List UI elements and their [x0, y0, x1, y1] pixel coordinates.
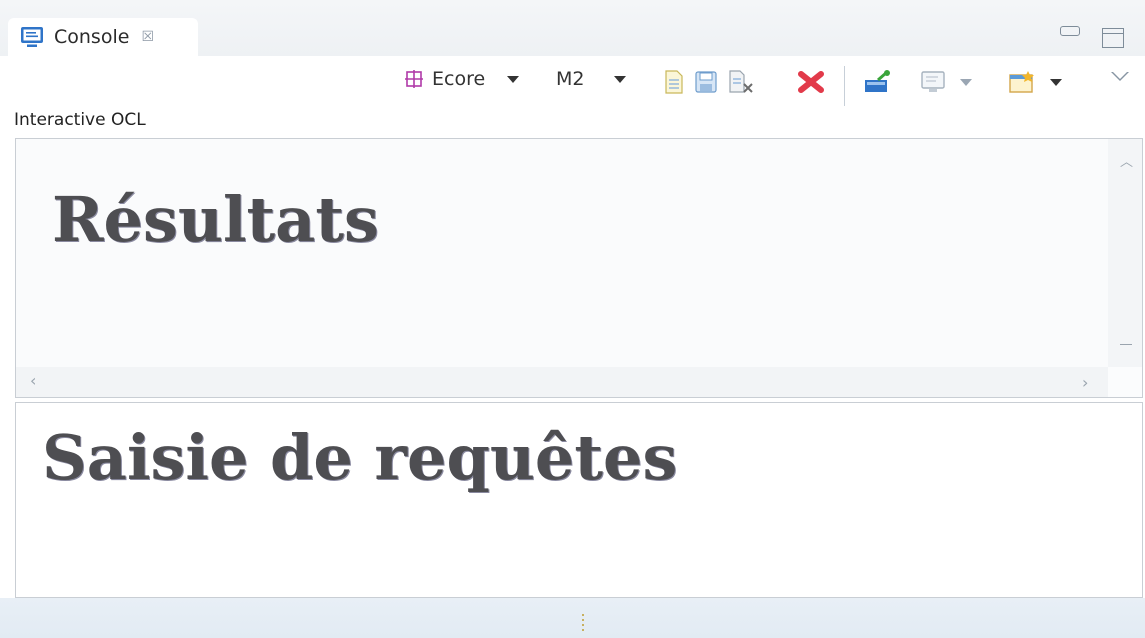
load-document-icon [665, 70, 683, 94]
console-display-icon [921, 71, 945, 92]
new-window-icon [1009, 71, 1034, 93]
console-tab[interactable]: Console ☒ [8, 18, 198, 56]
scroll-left-icon[interactable]: ‹ [30, 371, 36, 390]
open-console-dropdown[interactable] [1008, 70, 1062, 94]
scroll-down-icon[interactable] [1120, 344, 1132, 345]
horizontal-scrollbar[interactable]: ‹ › [16, 367, 1108, 397]
save-document-icon [695, 71, 717, 93]
clear-button[interactable] [728, 70, 754, 94]
clear-document-icon [729, 70, 753, 93]
delete-icon [798, 71, 824, 93]
results-title: Résultats [52, 183, 379, 256]
view-section-label: Interactive OCL [14, 110, 146, 130]
results-content: Résultats [16, 139, 1108, 367]
level-dropdown[interactable]: M2 [556, 68, 627, 90]
level-label: M2 [556, 68, 585, 90]
tab-label: Console [54, 26, 130, 48]
save-button[interactable] [694, 70, 718, 94]
console-toolbar: Ecore M2 [0, 56, 1145, 108]
load-button[interactable] [664, 70, 684, 94]
connect-icon [865, 70, 890, 92]
connect-button[interactable] [864, 70, 892, 94]
resize-grip[interactable] [582, 614, 584, 634]
metamodel-dropdown[interactable]: Ecore [404, 68, 520, 90]
metamodel-label: Ecore [432, 68, 486, 90]
minimize-icon[interactable] [1060, 26, 1080, 36]
maximize-icon[interactable] [1102, 28, 1124, 48]
chevron-down-icon [507, 75, 520, 83]
close-tab-icon[interactable]: ☒ [141, 29, 154, 45]
query-input-pane[interactable]: Saisie de requêtes [15, 402, 1143, 598]
view-menu-icon[interactable] [1111, 72, 1129, 81]
delete-button[interactable] [798, 70, 824, 94]
chevron-down-icon [614, 75, 627, 83]
query-title: Saisie de requêtes [42, 421, 678, 494]
results-pane[interactable]: Résultats ︿ ‹ › [15, 138, 1143, 398]
display-console-dropdown[interactable] [920, 70, 972, 94]
view-tab-bar: Console ☒ [0, 0, 1145, 56]
chevron-down-icon [960, 78, 972, 86]
chevron-down-icon [1050, 78, 1062, 86]
console-icon [21, 27, 43, 47]
ecore-icon [405, 70, 423, 88]
status-bar [0, 598, 1145, 638]
toolbar-separator [844, 66, 845, 106]
scroll-up-icon[interactable]: ︿ [1120, 151, 1133, 170]
scroll-right-icon[interactable]: › [1082, 373, 1088, 392]
vertical-scrollbar[interactable]: ︿ [1108, 139, 1142, 367]
